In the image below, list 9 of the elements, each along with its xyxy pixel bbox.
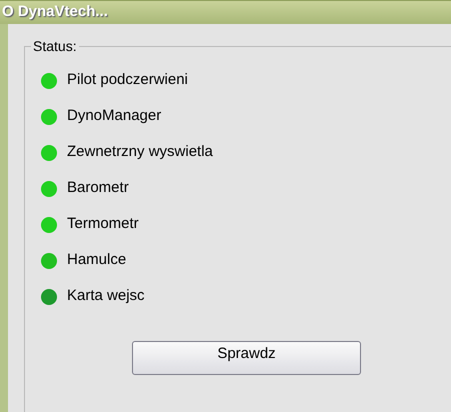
status-label: Barometr: [67, 178, 129, 198]
status-label: Zewnetrzny wyswietla: [67, 142, 213, 162]
status-label: Karta wejsc: [67, 286, 145, 306]
status-label: DynoManager: [67, 106, 162, 126]
status-label: Termometr: [67, 214, 139, 234]
status-label: Hamulce: [67, 250, 126, 270]
window-title: O DynaVtech...: [2, 2, 108, 22]
status-label: Pilot podczerwieni: [67, 70, 188, 90]
check-button[interactable]: Sprawdz: [132, 340, 361, 374]
